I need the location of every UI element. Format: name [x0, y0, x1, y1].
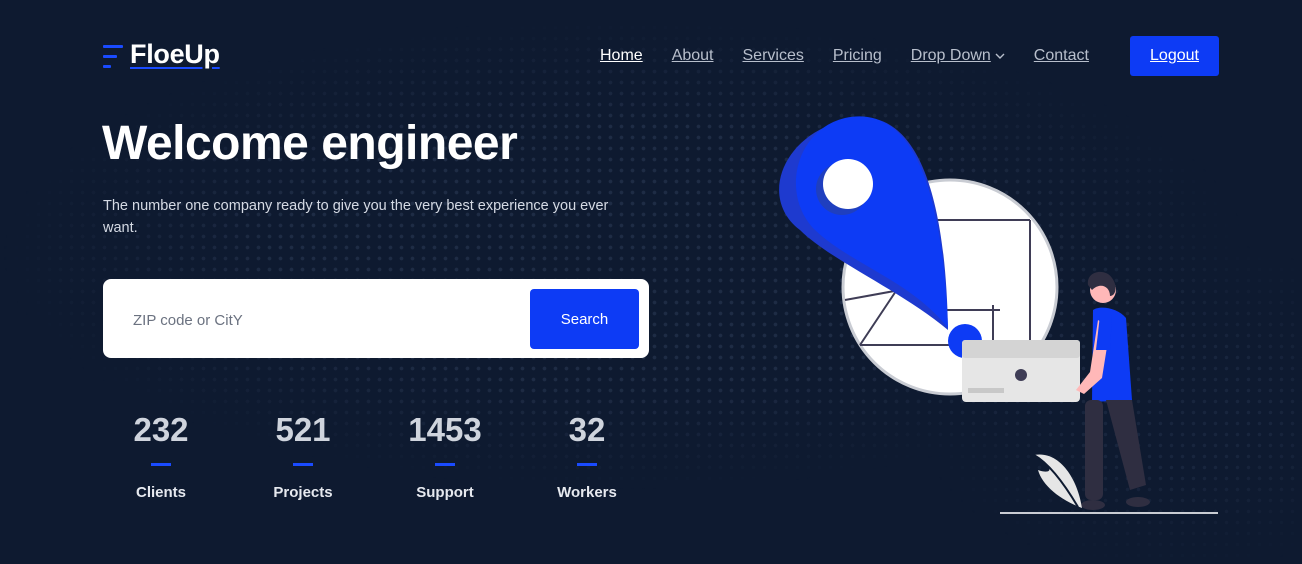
nav-about[interactable]: About [672, 47, 714, 65]
stat-projects: 521 Projects [232, 410, 374, 501]
brand-name: FloeUp [130, 39, 220, 69]
nav-services[interactable]: Services [743, 47, 804, 65]
site-header: FloeUp Home About Services Pricing Drop … [0, 0, 1302, 110]
hero-title: Welcome engineer [102, 117, 518, 170]
nav-contact[interactable]: Contact [1034, 47, 1089, 65]
search-input[interactable] [131, 299, 515, 341]
stat-label: Support [416, 484, 474, 501]
stat-label: Clients [135, 484, 186, 501]
brand-logo[interactable]: FloeUp [103, 39, 220, 71]
stat-divider [293, 463, 313, 466]
nav-dropdown[interactable]: Drop Down [911, 47, 1005, 65]
stat-label: Workers [557, 484, 617, 501]
stat-divider [435, 463, 455, 466]
stat-divider [577, 463, 597, 466]
stat-value: 1453 [408, 411, 482, 448]
stat-label: Projects [273, 484, 333, 501]
search-form: Search [103, 279, 649, 358]
stat-divider [151, 463, 171, 466]
search-button[interactable]: Search [530, 289, 639, 349]
hero-subtitle: The number one company ready to give you… [103, 198, 609, 236]
logout-button[interactable]: Logout [1130, 36, 1219, 76]
stat-value: 32 [568, 411, 606, 448]
map-pin-person-illustration [779, 116, 1218, 514]
nav-dropdown-label: Drop Down [910, 47, 991, 64]
chevron-down-icon [995, 53, 1005, 59]
nav-pricing[interactable]: Pricing [833, 47, 882, 65]
stat-workers: 32 Workers [516, 410, 658, 501]
stat-clients: 232 Clients [90, 410, 232, 501]
nav-home[interactable]: Home [600, 47, 643, 65]
stat-support: 1453 Support [374, 410, 516, 501]
stats-row: 232 Clients 521 Projects 1453 Support 32… [90, 410, 658, 501]
stat-value: 232 [133, 411, 189, 448]
menu-lines-icon [103, 43, 125, 71]
stat-value: 521 [275, 411, 331, 448]
main-nav: Home About Services Pricing Drop Down Co… [600, 36, 1118, 76]
